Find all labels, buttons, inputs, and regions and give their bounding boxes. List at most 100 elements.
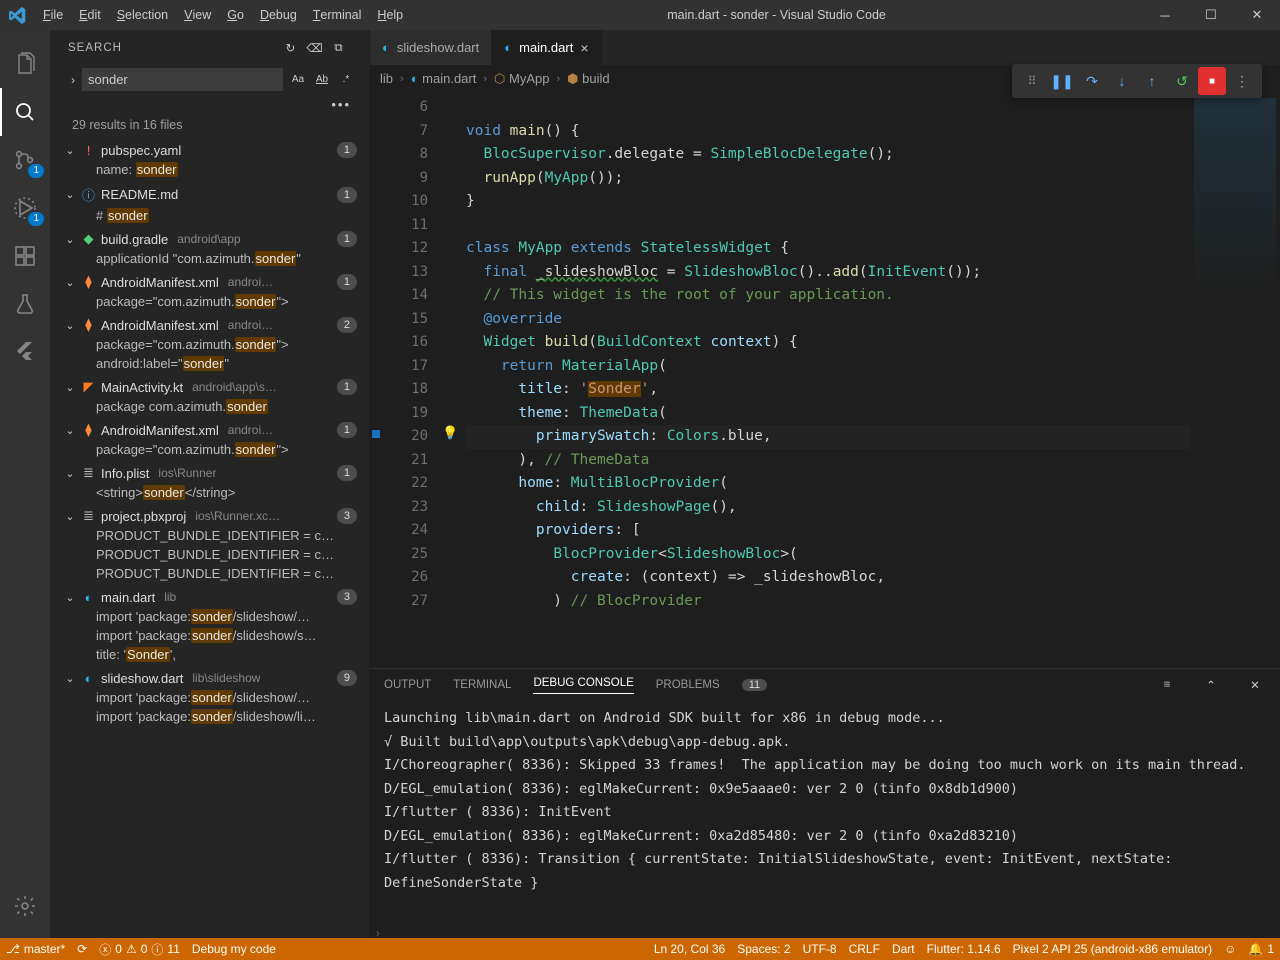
- search-result-line[interactable]: import 'package:sonder/slideshow/…: [50, 607, 369, 626]
- cursor-position[interactable]: Ln 20, Col 36: [648, 942, 731, 956]
- search-result-file[interactable]: ⌄ ⓘ README.md 1: [50, 183, 369, 206]
- clear-icon[interactable]: ⌫: [303, 41, 327, 55]
- explorer-icon[interactable]: [0, 40, 50, 88]
- search-result-line[interactable]: name: sonder: [50, 160, 369, 179]
- search-more-icon[interactable]: •••: [331, 97, 351, 112]
- stop-icon[interactable]: ■: [1198, 67, 1226, 95]
- code-editor[interactable]: void main() { BlocSupervisor.delegate = …: [462, 92, 1190, 668]
- search-result-file[interactable]: ⌄ ◆ build.gradle android\app 1: [50, 229, 369, 249]
- minimap[interactable]: [1190, 92, 1280, 668]
- breadcrumb-item[interactable]: ⬡ MyApp: [494, 71, 549, 87]
- branch-status[interactable]: ⎇ master*: [0, 942, 71, 956]
- chevron-down-icon: ⌄: [64, 672, 76, 685]
- search-result-line[interactable]: import 'package:sonder/slideshow/s…: [50, 626, 369, 645]
- search-result-file[interactable]: ⌄ ◐ slideshow.dart lib\slideshow 9: [50, 668, 369, 688]
- drag-handle-icon[interactable]: ⠿: [1018, 67, 1046, 95]
- source-control-icon[interactable]: 1: [0, 136, 50, 184]
- editor-tab[interactable]: ◐main.dart×: [492, 30, 601, 65]
- search-result-line[interactable]: package="com.azimuth.sonder">: [50, 335, 369, 354]
- settings-gear-icon[interactable]: [0, 882, 50, 930]
- search-result-line[interactable]: title: 'Sonder',: [50, 645, 369, 664]
- notifications-icon[interactable]: 🔔 1: [1242, 942, 1280, 956]
- test-icon[interactable]: [0, 280, 50, 328]
- sidebar-title: SEARCH: [68, 42, 122, 54]
- search-icon[interactable]: [0, 88, 50, 136]
- search-result-file[interactable]: ⌄ ≣ project.pbxproj ios\Runner.xc… 3: [50, 506, 369, 526]
- feedback-icon[interactable]: ☺: [1218, 942, 1242, 956]
- search-result-line[interactable]: <string>sonder</string>: [50, 483, 369, 502]
- menu-edit[interactable]: Edit: [71, 0, 109, 30]
- filter-icon[interactable]: ≡: [1156, 679, 1178, 691]
- panel-tab[interactable]: DEBUG CONSOLE: [533, 677, 633, 694]
- file-icon: ◐: [81, 671, 96, 686]
- search-result-line[interactable]: package="com.azimuth.sonder">: [50, 292, 369, 311]
- step-over-icon[interactable]: ↷: [1078, 67, 1106, 95]
- search-input[interactable]: [82, 68, 283, 91]
- search-result-line[interactable]: # sonder: [50, 206, 369, 225]
- search-result-file[interactable]: ⌄ ⧫ AndroidManifest.xml androi… 1: [50, 272, 369, 292]
- new-search-icon[interactable]: ⧉: [327, 42, 351, 55]
- breadcrumb-item[interactable]: ◐ main.dart: [411, 71, 477, 86]
- eol-status[interactable]: CRLF: [843, 942, 886, 956]
- menu-terminal[interactable]: Terminal: [305, 0, 370, 30]
- panel-tab[interactable]: PROBLEMS: [656, 679, 720, 691]
- flutter-status[interactable]: Flutter: 1.14.6: [921, 942, 1007, 956]
- search-result-line[interactable]: package com.azimuth.sonder: [50, 397, 369, 416]
- search-result-file[interactable]: ⌄ ⧫ AndroidManifest.xml androi… 1: [50, 420, 369, 440]
- step-out-icon[interactable]: ↑: [1138, 67, 1166, 95]
- debug-floating-toolbar[interactable]: ⠿ ❚❚ ↷ ↓ ↑ ↺ ■ ⋮: [1012, 64, 1262, 98]
- regex-toggle[interactable]: .*: [335, 69, 357, 91]
- search-result-line[interactable]: package="com.azimuth.sonder">: [50, 440, 369, 459]
- menu-selection[interactable]: Selection: [109, 0, 176, 30]
- minimize-button[interactable]: ─: [1142, 0, 1188, 30]
- device-status[interactable]: Pixel 2 API 25 (android-x86 emulator): [1007, 942, 1218, 956]
- debug-icon[interactable]: 1: [0, 184, 50, 232]
- flutter-icon[interactable]: [0, 328, 50, 376]
- error-count[interactable]: ⓧ 0 ⚠ 0 ⓘ 11: [93, 941, 186, 958]
- search-result-file[interactable]: ⌄ ⧫ AndroidManifest.xml androi… 2: [50, 315, 369, 335]
- close-panel-icon[interactable]: ✕: [1244, 678, 1266, 692]
- step-into-icon[interactable]: ↓: [1108, 67, 1136, 95]
- search-result-line[interactable]: PRODUCT_BUNDLE_IDENTIFIER = c…: [50, 526, 369, 545]
- maximize-panel-icon[interactable]: ⌃: [1200, 678, 1222, 692]
- debug-console-output[interactable]: Launching lib\main.dart on Android SDK b…: [370, 701, 1280, 928]
- search-result-file[interactable]: ⌄ ! pubspec.yaml 1: [50, 140, 369, 160]
- refresh-icon[interactable]: ↻: [279, 41, 303, 55]
- panel-tab[interactable]: OUTPUT: [384, 679, 431, 691]
- maximize-button[interactable]: ☐: [1188, 0, 1234, 30]
- search-result-line[interactable]: PRODUCT_BUNDLE_IDENTIFIER = c…: [50, 545, 369, 564]
- menu-view[interactable]: View: [176, 0, 219, 30]
- debug-more-icon[interactable]: ⋮: [1228, 67, 1256, 95]
- toggle-replace-icon[interactable]: ›: [64, 73, 82, 87]
- panel-tab[interactable]: TERMINAL: [453, 679, 511, 691]
- menu-file[interactable]: File: [35, 0, 71, 30]
- language-status[interactable]: Dart: [886, 942, 921, 956]
- search-result-line[interactable]: PRODUCT_BUNDLE_IDENTIFIER = c…: [50, 564, 369, 583]
- search-result-file[interactable]: ⌄ ◐ main.dart lib 3: [50, 587, 369, 607]
- breadcrumb-item[interactable]: ⬢ build: [567, 71, 609, 87]
- encoding-status[interactable]: UTF-8: [797, 942, 843, 956]
- breadcrumb-item[interactable]: lib: [380, 71, 393, 86]
- debug-target[interactable]: Debug my code: [186, 942, 282, 956]
- search-result-file[interactable]: ⌄ ◤ MainActivity.kt android\app\s… 1: [50, 377, 369, 397]
- close-window-button[interactable]: ✕: [1234, 0, 1280, 30]
- close-tab-icon[interactable]: ×: [580, 40, 588, 56]
- menu-go[interactable]: Go: [219, 0, 252, 30]
- breakpoint-column[interactable]: [370, 92, 382, 668]
- search-result-line[interactable]: applicationId "com.azimuth.sonder": [50, 249, 369, 268]
- menu-help[interactable]: Help: [369, 0, 411, 30]
- match-word-toggle[interactable]: Ab: [311, 69, 333, 91]
- menu-debug[interactable]: Debug: [252, 0, 305, 30]
- indent-status[interactable]: Spaces: 2: [731, 942, 796, 956]
- search-result-line[interactable]: import 'package:sonder/slideshow/li…: [50, 707, 369, 726]
- search-result-line[interactable]: android:label="sonder": [50, 354, 369, 373]
- search-result-line[interactable]: import 'package:sonder/slideshow/…: [50, 688, 369, 707]
- panel-input-chevron[interactable]: ›: [370, 928, 1280, 938]
- match-case-toggle[interactable]: Aa: [287, 69, 309, 91]
- editor-tab[interactable]: ◐slideshow.dart: [370, 30, 492, 65]
- pause-icon[interactable]: ❚❚: [1048, 67, 1076, 95]
- restart-icon[interactable]: ↺: [1168, 67, 1196, 95]
- extensions-icon[interactable]: [0, 232, 50, 280]
- search-result-file[interactable]: ⌄ ≣ Info.plist ios\Runner 1: [50, 463, 369, 483]
- sync-status[interactable]: ⟳: [71, 942, 93, 956]
